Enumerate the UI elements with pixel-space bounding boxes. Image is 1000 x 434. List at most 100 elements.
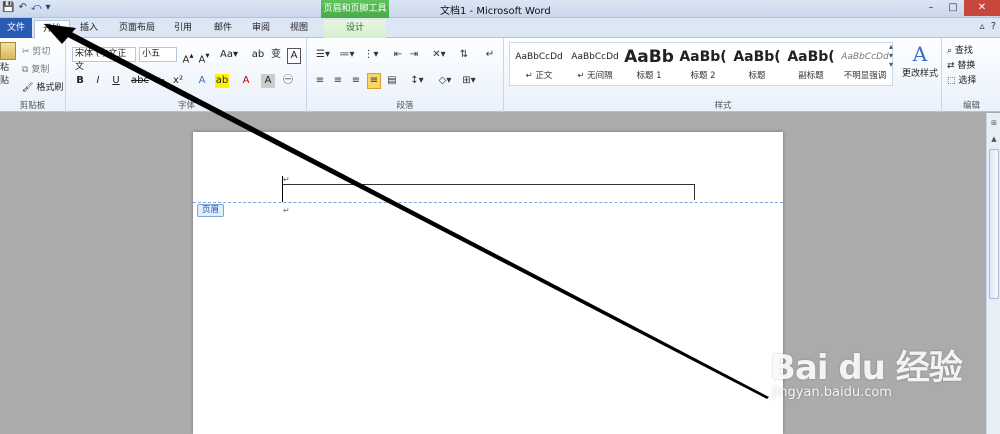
grow-font-icon[interactable]: A▴ xyxy=(181,48,195,67)
font-group: 宋体 (中文正文 小五 A▴ A▾ Aa▾ ab 变 A B I U abc x… xyxy=(67,38,307,112)
header-border xyxy=(283,184,695,200)
tab-view[interactable]: 视图 xyxy=(284,20,314,38)
find-label: 查找 xyxy=(954,46,973,56)
gallery-scroll[interactable]: ▴ ▾ ▾ xyxy=(885,42,897,86)
select-button[interactable]: ⬚ 选择 xyxy=(947,73,976,86)
align-left-icon[interactable]: ≡ xyxy=(313,74,327,88)
shading-icon[interactable]: ◇▾ xyxy=(435,74,455,88)
tab-page-layout[interactable]: 页面布局 xyxy=(112,20,162,38)
paste-button[interactable]: 粘贴 xyxy=(0,42,16,86)
baidu-watermark: Bai du 经验 jingyan.baidu.com xyxy=(770,340,963,400)
borders-icon[interactable]: ⊞▾ xyxy=(459,74,479,88)
ruler-toggle-icon[interactable]: ⊞ xyxy=(987,119,1000,131)
style-subtitle[interactable]: AaBb( 副标题 xyxy=(784,45,838,85)
enclose-char-icon[interactable]: ㊀ xyxy=(281,74,295,88)
cut-label: 剪切 xyxy=(32,47,51,57)
close-button[interactable]: ✕ xyxy=(964,0,1000,16)
redo-icon[interactable]: ⤺ xyxy=(31,1,42,15)
phonetic-guide-icon[interactable]: 变 xyxy=(269,48,283,62)
scroll-thumb[interactable] xyxy=(989,149,999,299)
style-name: ↵ 正文 xyxy=(525,71,553,81)
style-heading-2[interactable]: AaBb( 标题 2 xyxy=(676,45,730,85)
highlight-icon[interactable]: ab xyxy=(215,74,229,88)
justify-icon[interactable]: ≡ xyxy=(367,73,381,89)
vertical-scrollbar[interactable]: ⊞ ▲ xyxy=(986,113,1000,434)
clipboard-group: 粘贴 ✂ 剪切 ⧉ 复制 🖌 格式刷 剪贴板 xyxy=(0,38,66,112)
font-size-select[interactable]: 小五 xyxy=(139,47,177,62)
cut-button[interactable]: ✂ 剪切 xyxy=(22,44,50,57)
bullets-icon[interactable]: ☰▾ xyxy=(313,48,333,62)
scroll-up-arrow[interactable]: ▲ xyxy=(987,135,1000,147)
quick-access-dropdown-icon[interactable]: ▾ xyxy=(46,1,51,15)
select-icon: ⬚ xyxy=(947,76,956,86)
save-icon[interactable]: 💾 xyxy=(2,1,14,15)
style-sample: AaBb( xyxy=(787,49,835,65)
tab-file[interactable]: 文件 xyxy=(0,18,32,38)
change-styles-button[interactable]: A 更改样式 xyxy=(899,42,941,79)
copy-button[interactable]: ⧉ 复制 xyxy=(22,62,49,75)
style-sample: AaBb( xyxy=(733,49,781,65)
align-right-icon[interactable]: ≡ xyxy=(349,74,363,88)
increase-indent-icon[interactable]: ⇥ xyxy=(407,48,421,62)
style-name: ↵ 无间隔 xyxy=(577,71,613,81)
subscript-icon[interactable]: x₂ xyxy=(153,74,167,88)
numbering-icon[interactable]: ≔▾ xyxy=(337,48,357,62)
style-name: 标题 2 xyxy=(690,71,716,81)
clipboard-icon xyxy=(0,42,16,60)
scroll-down-icon[interactable]: ▾ xyxy=(889,51,893,60)
quick-access-toolbar: 💾 ↶ ⤺ ▾ xyxy=(2,1,51,15)
styles-gallery: AaBbCcDd ↵ 正文 AaBbCcDd ↵ 无间隔 AaBb 标题 1 A… xyxy=(509,42,893,86)
tab-references[interactable]: 引用 xyxy=(168,20,198,38)
ribbon-tab-bar: 文件 开始 插入 页面布局 引用 邮件 审阅 视图 设计 ▵ ? xyxy=(0,18,1000,38)
help-icon[interactable]: ? xyxy=(991,21,996,32)
char-border-icon[interactable]: A xyxy=(287,48,301,64)
gallery-more-icon[interactable]: ▾ xyxy=(889,60,893,69)
bold-icon[interactable]: B xyxy=(73,74,87,88)
tab-mailings[interactable]: 邮件 xyxy=(208,20,238,38)
text-effects-icon[interactable]: A xyxy=(195,74,209,88)
scroll-up-icon[interactable]: ▴ xyxy=(889,42,893,51)
undo-icon[interactable]: ↶ xyxy=(18,1,26,15)
char-shading-icon[interactable]: A xyxy=(261,74,275,88)
style-subtle-emphasis[interactable]: AaBbCcDd 不明显强调 xyxy=(838,45,892,85)
change-styles-label: 更改样式 xyxy=(901,69,938,79)
collapse-ribbon-icon[interactable]: ▵ xyxy=(980,21,985,32)
align-center-icon[interactable]: ≡ xyxy=(331,74,345,88)
find-button[interactable]: ⌕ 查找 xyxy=(947,43,973,56)
clear-format-icon[interactable]: ab xyxy=(251,48,265,62)
underline-icon[interactable]: U xyxy=(109,74,123,88)
multilevel-list-icon[interactable]: ⋮▾ xyxy=(361,48,381,62)
italic-icon[interactable]: I xyxy=(91,74,105,88)
decrease-indent-icon[interactable]: ⇤ xyxy=(391,48,405,62)
sort-icon[interactable]: ⇅ xyxy=(457,48,471,62)
style-title[interactable]: AaBb( 标题 xyxy=(730,45,784,85)
style-no-spacing[interactable]: AaBbCcDd ↵ 无间隔 xyxy=(568,45,622,85)
distributed-icon[interactable]: ▤ xyxy=(385,74,399,88)
tab-design[interactable]: 设计 xyxy=(324,20,386,38)
clipboard-group-label: 剪贴板 xyxy=(19,101,46,111)
document-page[interactable]: ↵ 页眉 ↵ xyxy=(193,132,783,434)
strikethrough-icon[interactable]: abc xyxy=(131,74,149,88)
format-painter-button[interactable]: 🖌 格式刷 xyxy=(22,80,63,93)
font-color-icon[interactable]: A xyxy=(239,74,253,88)
superscript-icon[interactable]: x² xyxy=(171,74,185,88)
tab-review[interactable]: 审阅 xyxy=(246,20,276,38)
shrink-font-icon[interactable]: A▾ xyxy=(197,48,211,67)
show-marks-icon[interactable]: ↵ xyxy=(483,48,497,62)
header-tag[interactable]: 页眉 xyxy=(197,204,225,217)
minimize-button[interactable]: – xyxy=(920,0,942,16)
line-spacing-icon[interactable]: ↕▾ xyxy=(407,74,427,88)
watermark-brand: Bai du 经验 xyxy=(770,348,963,388)
editing-group-label: 编辑 xyxy=(962,101,980,111)
style-heading-1[interactable]: AaBb 标题 1 xyxy=(622,45,676,85)
tab-insert[interactable]: 插入 xyxy=(74,20,104,38)
chinese-layout-icon[interactable]: ✕▾ xyxy=(429,48,449,62)
replace-button[interactable]: ⇄ 替换 xyxy=(947,58,975,71)
scissors-icon: ✂ xyxy=(22,47,30,57)
style-normal[interactable]: AaBbCcDd ↵ 正文 xyxy=(512,45,566,85)
change-case-icon[interactable]: Aa▾ xyxy=(219,48,239,62)
font-name-select[interactable]: 宋体 (中文正文 xyxy=(72,47,136,72)
tab-home[interactable]: 开始 xyxy=(34,20,70,38)
maximize-button[interactable]: □ xyxy=(942,0,964,16)
styles-group-label: 样式 xyxy=(714,101,732,111)
